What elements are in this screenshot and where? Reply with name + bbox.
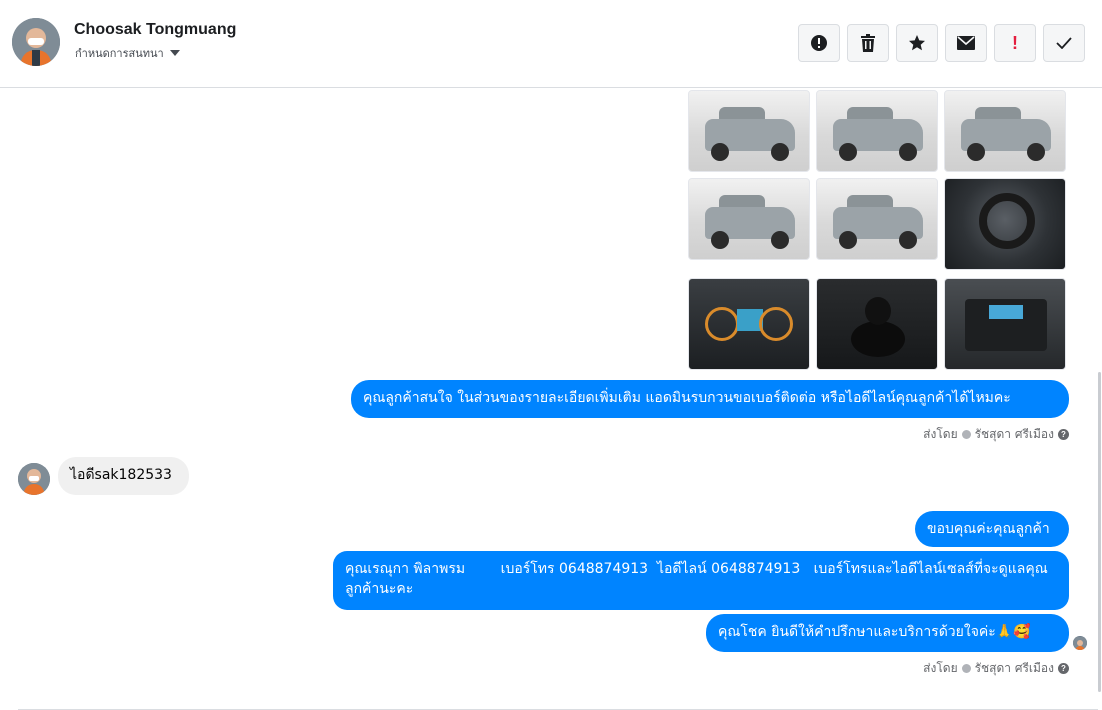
delete-button[interactable] bbox=[847, 24, 889, 62]
star-icon bbox=[909, 35, 925, 51]
car-photo-2[interactable] bbox=[816, 90, 938, 172]
sender-name[interactable]: รัชสุดา ศรีเมือง bbox=[975, 425, 1054, 444]
seen-avatar bbox=[1073, 636, 1087, 650]
conversation-header: Choosak Tongmuang กำหนดการสนทนา ! bbox=[0, 0, 1102, 88]
envelope-icon bbox=[957, 36, 975, 50]
sent-by-label: ส่งโดย bbox=[923, 661, 958, 675]
trash-icon bbox=[861, 34, 875, 52]
exclamation-circle-icon bbox=[811, 35, 827, 51]
outgoing-message[interactable]: ขอบคุณค่ะคุณลูกค้า bbox=[915, 511, 1069, 547]
sender-status-icon bbox=[961, 664, 971, 673]
sender-name[interactable]: รัชสุดา ศรีเมือง bbox=[975, 659, 1054, 678]
conversation-label-dropdown[interactable]: กำหนดการสนทนา bbox=[75, 44, 180, 62]
gear-stick-photo[interactable] bbox=[816, 278, 938, 370]
checkmark-icon bbox=[1056, 37, 1072, 49]
star-button[interactable] bbox=[896, 24, 938, 62]
help-icon[interactable]: ? bbox=[1058, 663, 1069, 674]
car-photo-3[interactable] bbox=[944, 90, 1066, 172]
conversation-label-text: กำหนดการสนทนา bbox=[75, 47, 164, 60]
done-button[interactable] bbox=[1043, 24, 1085, 62]
help-icon[interactable]: ? bbox=[1058, 429, 1069, 440]
contact-avatar[interactable] bbox=[12, 18, 60, 66]
outgoing-message[interactable]: คุณลูกค้าสนใจ ในส่วนของรายละเอียดเพิ่มเต… bbox=[351, 380, 1069, 418]
contact-avatar-small[interactable] bbox=[18, 463, 50, 495]
incoming-message[interactable]: ไอดีsak182533 bbox=[58, 457, 189, 495]
outgoing-message[interactable]: คุณโชค ยินดีให้คำปรึกษาและบริการด้วยใจค่… bbox=[706, 614, 1069, 652]
report-button[interactable] bbox=[798, 24, 840, 62]
sender-status-icon bbox=[961, 430, 971, 439]
radio-console-photo[interactable] bbox=[944, 278, 1066, 370]
sent-by-info: ส่งโดย รัชสุดา ศรีเมือง ? bbox=[923, 659, 1069, 678]
flag-button[interactable]: ! bbox=[994, 24, 1036, 62]
outgoing-message[interactable]: คุณเรณุกา พิลาพรม เบอร์โทร 0648874913 ไอ… bbox=[333, 551, 1069, 610]
instrument-cluster-photo[interactable] bbox=[688, 278, 810, 370]
car-photo-5[interactable] bbox=[816, 178, 938, 260]
red-exclamation-icon: ! bbox=[1012, 32, 1018, 53]
caret-down-icon bbox=[169, 50, 180, 56]
mark-unread-button[interactable] bbox=[945, 24, 987, 62]
sent-by-info: ส่งโดย รัชสุดา ศรีเมือง ? bbox=[923, 425, 1069, 444]
steering-wheel-photo[interactable] bbox=[944, 178, 1066, 270]
contact-name[interactable]: Choosak Tongmuang bbox=[74, 21, 236, 39]
conversation-toolbar: ! bbox=[798, 24, 1085, 62]
car-photo-4[interactable] bbox=[688, 178, 810, 260]
scrollbar-thumb[interactable] bbox=[1098, 372, 1101, 692]
sent-by-label: ส่งโดย bbox=[923, 427, 958, 441]
car-photo-1[interactable] bbox=[688, 90, 810, 172]
